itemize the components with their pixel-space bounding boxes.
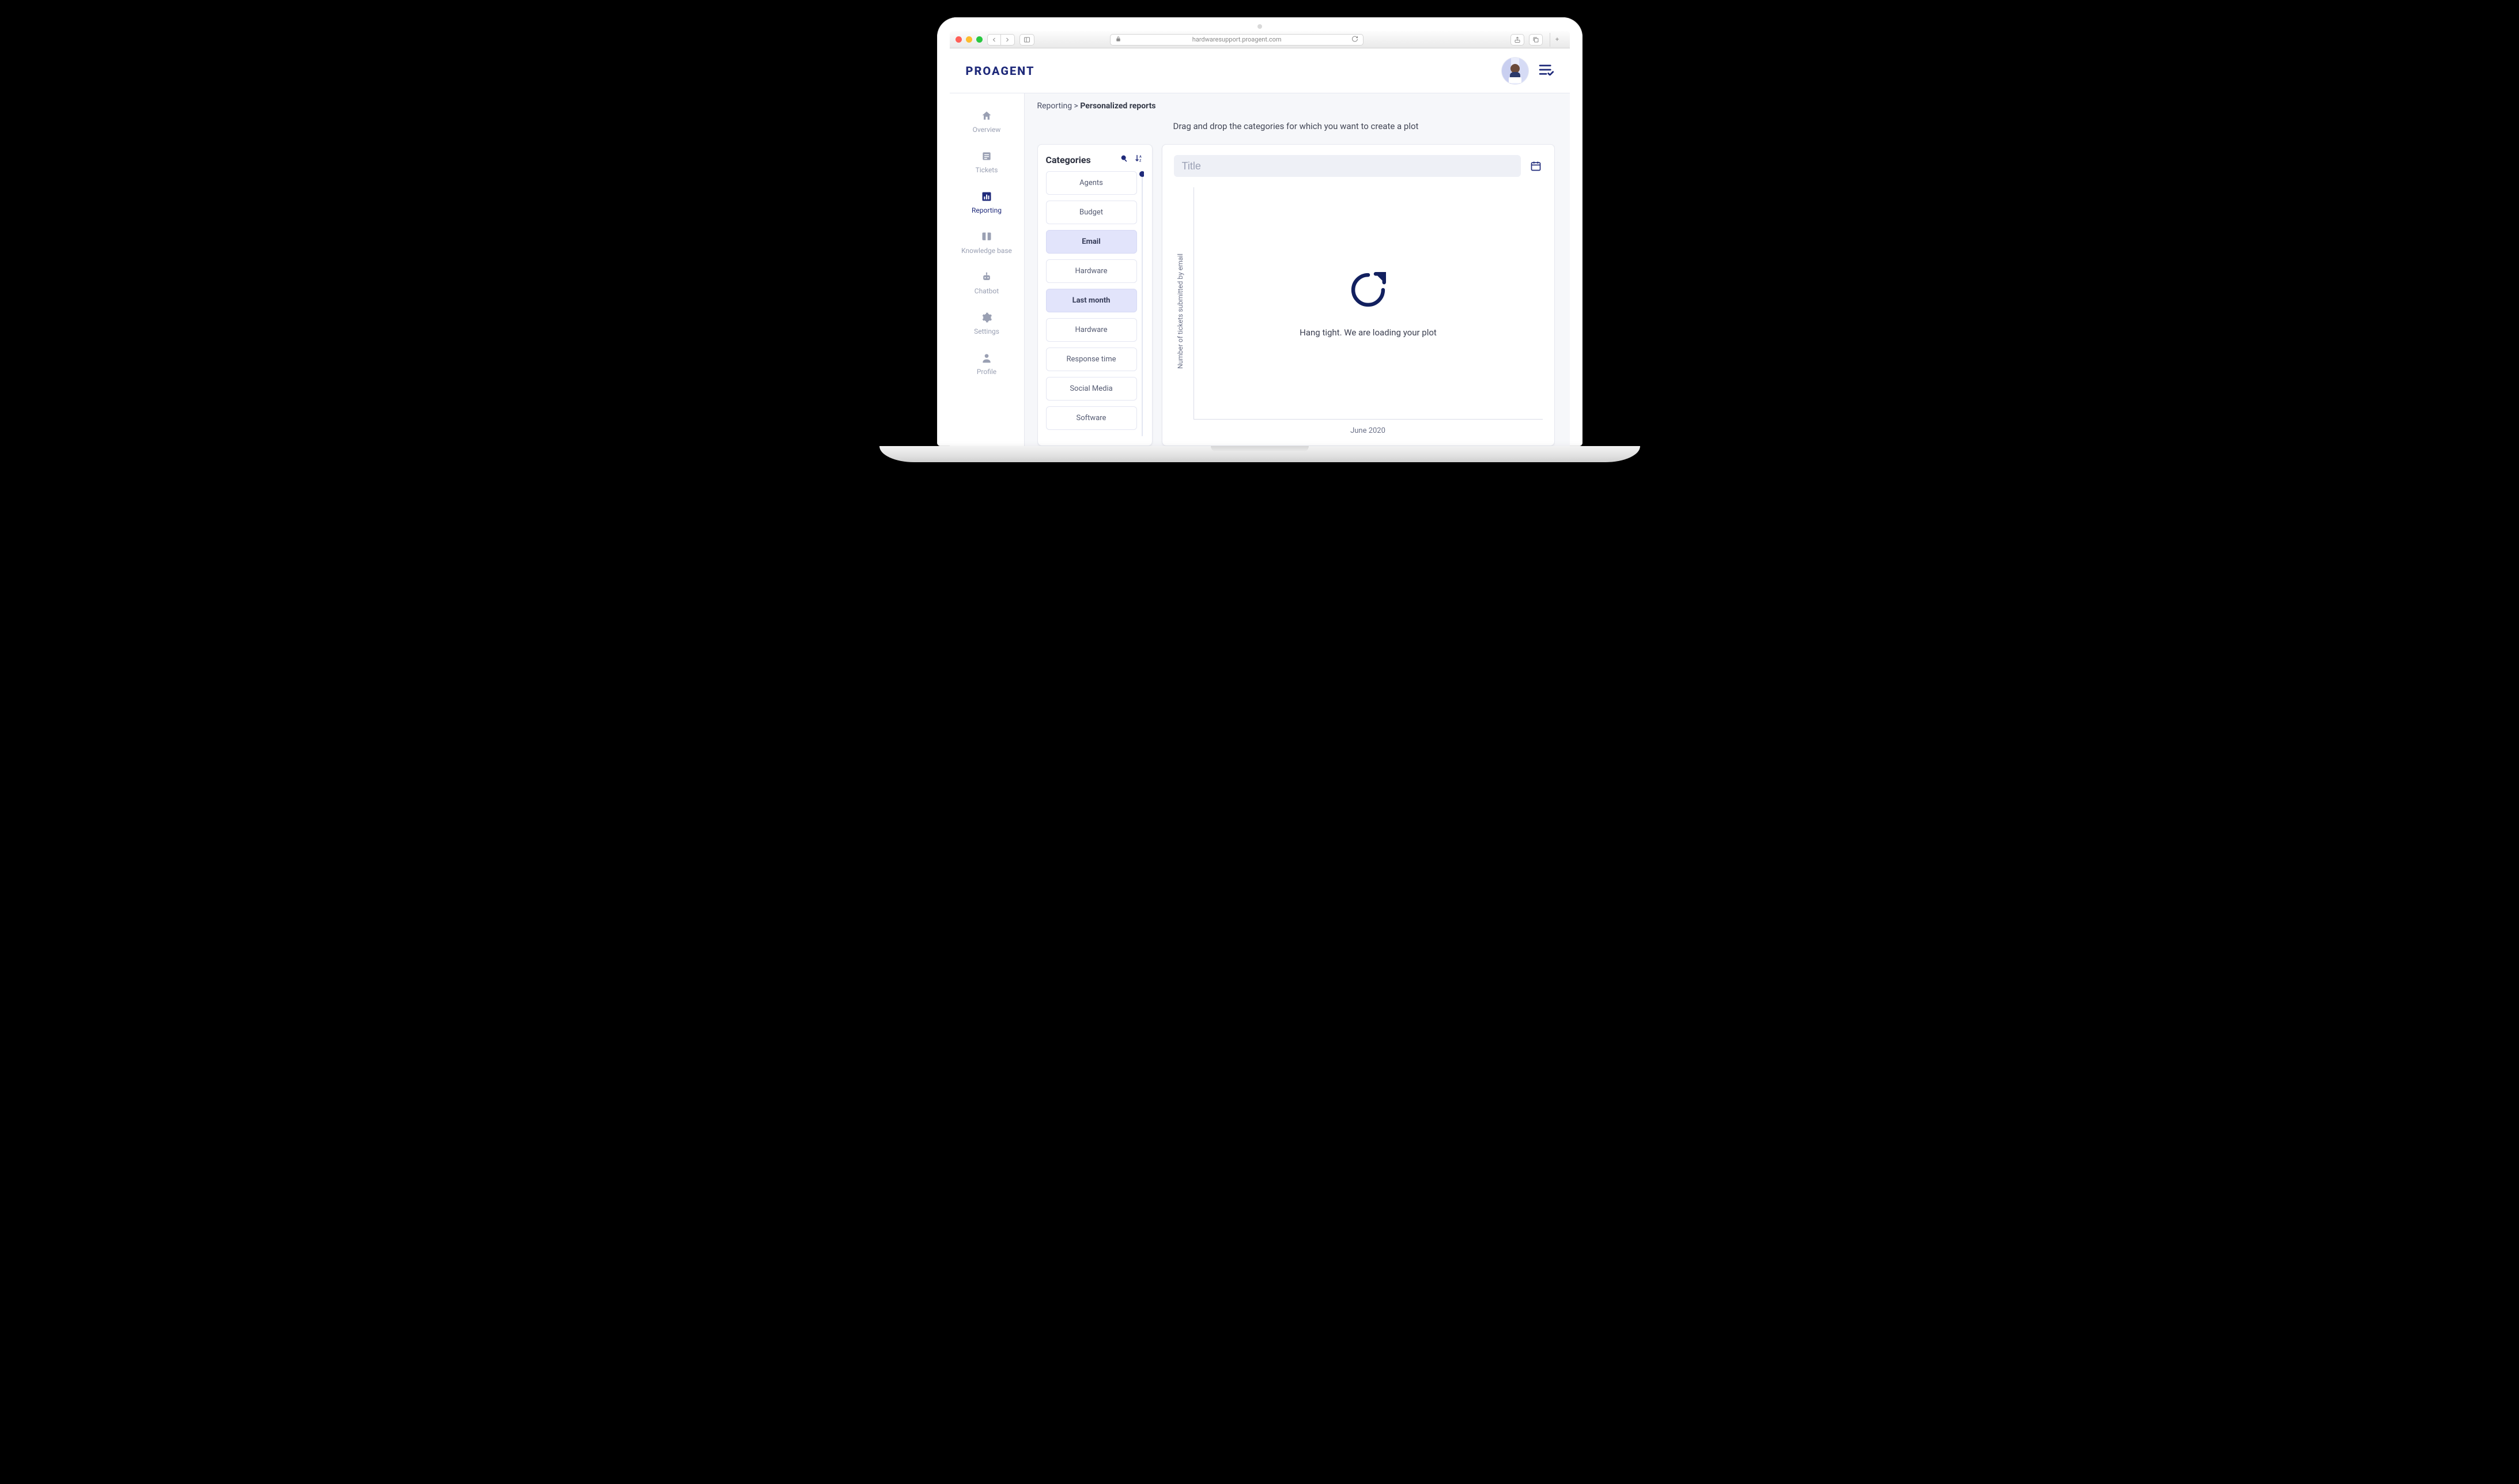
categories-title: Categories — [1046, 154, 1091, 165]
category-chip[interactable]: Response time — [1046, 348, 1137, 371]
breadcrumb-root[interactable]: Reporting — [1037, 101, 1072, 111]
browser-chrome: hardwaresupport.proagent.com + — [950, 31, 1570, 48]
nav-profile[interactable]: Profile — [950, 348, 1024, 379]
plot-x-axis-label: June 2020 — [1194, 420, 1543, 435]
nav-label: Overview — [973, 126, 1001, 134]
nav-tickets[interactable]: Tickets — [950, 146, 1024, 178]
category-chip[interactable]: Social Media — [1046, 377, 1137, 401]
content-area: Reporting > Personalized reports Drag an… — [1037, 93, 1570, 446]
category-chip[interactable]: Budget — [1046, 201, 1137, 224]
category-chip[interactable]: Hardware — [1046, 259, 1137, 283]
breadcrumb-current: Personalized reports — [1080, 101, 1155, 111]
plot-panel: Number of tickets submitted by email — [1162, 144, 1555, 446]
nav-back-button[interactable] — [987, 34, 1001, 46]
breadcrumb-sep: > — [1074, 101, 1078, 111]
nav-knowledge-base[interactable]: Knowledge base — [950, 227, 1024, 258]
categories-list: Agents Budget Email Hardware Last month Hardw… — [1046, 171, 1144, 436]
app-root: PROAGENT — [950, 48, 1570, 446]
svg-text:Z: Z — [1139, 159, 1142, 163]
person-icon — [980, 352, 993, 364]
user-avatar[interactable] — [1502, 58, 1528, 84]
page-instruction: Drag and drop the categories for which y… — [1037, 119, 1555, 136]
plot-loading-area: Hang tight. We are loading your plot — [1194, 187, 1543, 420]
nav-label: Chatbot — [975, 287, 999, 295]
lock-icon — [1115, 36, 1121, 44]
bar-chart-icon — [980, 190, 993, 203]
nav-label: Settings — [974, 327, 999, 335]
category-chip[interactable]: Last month — [1046, 289, 1137, 312]
svg-text:A: A — [1139, 156, 1142, 159]
breadcrumb: Reporting > Personalized reports — [1037, 101, 1555, 111]
address-bar[interactable]: hardwaresupport.proagent.com — [1110, 34, 1364, 46]
ticket-icon — [980, 150, 993, 163]
nav-overview[interactable]: Overview — [950, 106, 1024, 137]
category-chip[interactable]: Software — [1046, 406, 1137, 430]
window-maximize-dot[interactable] — [976, 36, 983, 43]
plot-title-input[interactable] — [1174, 155, 1521, 177]
categories-panel: Categories — [1037, 144, 1153, 446]
nav-settings[interactable]: Settings — [950, 308, 1024, 339]
nav-forward-button[interactable] — [1001, 34, 1015, 46]
nav-chatbot[interactable]: Chatbot — [950, 267, 1024, 299]
search-icon[interactable] — [1120, 154, 1129, 165]
app-header: PROAGENT — [950, 48, 1570, 93]
plot-loading-text: Hang tight. We are loading your plot — [1300, 327, 1437, 338]
laptop-camera-dot — [1257, 24, 1262, 29]
plot-y-axis-label: Number of tickets submitted by email — [1174, 187, 1187, 435]
app-logo: PROAGENT — [966, 64, 1035, 78]
nav-sidebar: Overview Tickets — [950, 93, 1025, 446]
tabs-button[interactable] — [1529, 34, 1543, 46]
tasks-icon[interactable] — [1539, 64, 1554, 78]
category-chip[interactable]: Hardware — [1046, 318, 1137, 342]
sidebar-toggle-button[interactable] — [1019, 34, 1034, 46]
window-controls — [956, 36, 983, 43]
loading-spinner-icon — [1347, 269, 1389, 311]
date-picker-button[interactable] — [1529, 160, 1543, 172]
window-close-dot[interactable] — [956, 36, 962, 43]
book-icon — [980, 231, 993, 243]
window-minimize-dot[interactable] — [966, 36, 972, 43]
category-chip[interactable]: Agents — [1046, 171, 1137, 195]
avatar-illustration — [1502, 58, 1528, 84]
home-icon — [980, 109, 993, 122]
laptop-base — [879, 446, 1640, 462]
sort-az-icon[interactable]: A Z — [1135, 154, 1144, 165]
nav-label: Reporting — [972, 206, 1002, 214]
address-bar-text: hardwaresupport.proagent.com — [1192, 36, 1282, 43]
new-tab-button[interactable]: + — [1550, 33, 1563, 47]
reload-icon[interactable] — [1351, 35, 1358, 44]
gear-icon — [980, 311, 993, 324]
share-button[interactable] — [1510, 34, 1524, 46]
nav-reporting[interactable]: Reporting — [950, 187, 1024, 218]
nav-label: Tickets — [976, 166, 998, 174]
category-chip[interactable]: Email — [1046, 230, 1137, 254]
robot-icon — [980, 271, 993, 284]
nav-label: Knowledge base — [961, 247, 1012, 255]
nav-label: Profile — [977, 368, 996, 376]
